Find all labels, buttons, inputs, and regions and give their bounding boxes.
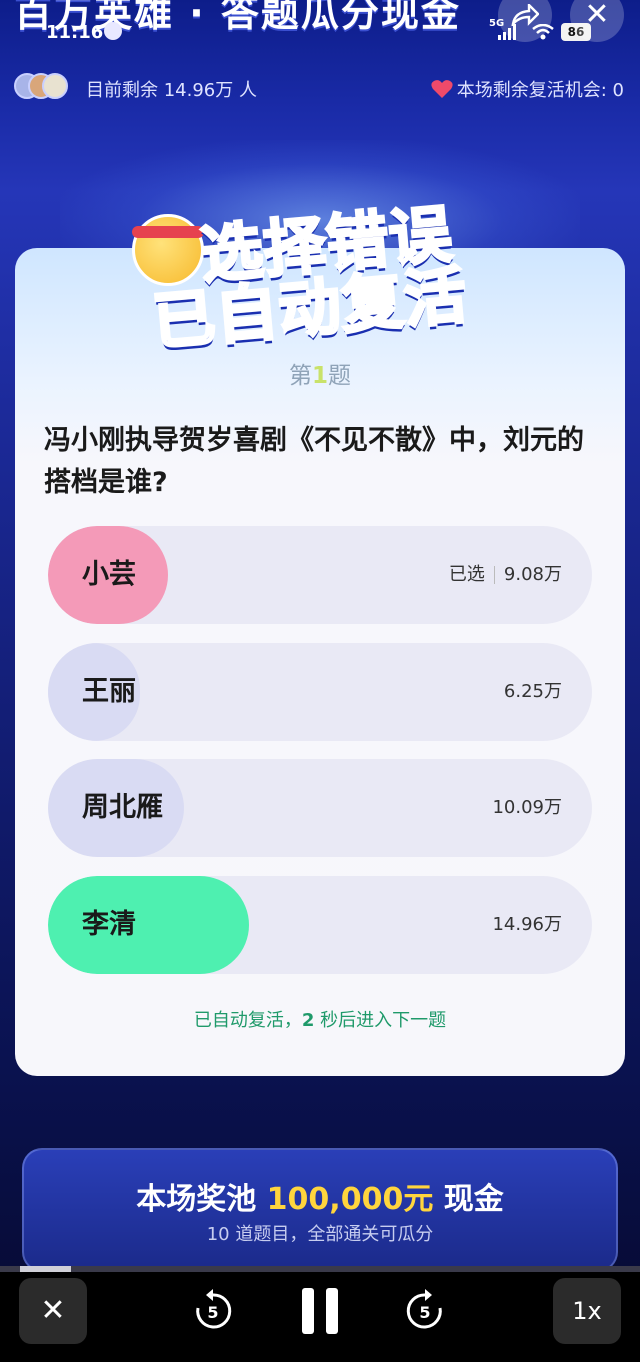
notification-icon — [104, 22, 122, 40]
forward-icon: 5 — [406, 1289, 442, 1329]
question-text: 冯小刚执导贺岁喜剧《不见不散》中，刘元的搭档是谁? — [44, 425, 584, 498]
rewind-5-button[interactable]: 5 — [190, 1288, 236, 1334]
auto-revive-message: 已自动复活，2 秒后进入下一题 — [193, 1010, 447, 1031]
divider — [493, 566, 495, 584]
close-player-button[interactable]: ✕ — [19, 1278, 87, 1344]
option-count: 9.08万 — [503, 564, 562, 585]
selected-tag: 已选 — [448, 564, 485, 585]
forward-5-button[interactable]: 5 — [402, 1288, 448, 1334]
option-count: 10.09万 — [492, 797, 562, 818]
option-stats: 14.96万 — [492, 876, 562, 974]
share-icon — [511, 4, 539, 26]
rewind-icon: 5 — [196, 1289, 232, 1329]
headband-decoration — [132, 226, 204, 238]
pause-bar — [326, 1288, 338, 1334]
option-2[interactable]: 王丽 6.25万 — [48, 643, 592, 741]
option-3[interactable]: 周北雁 10.09万 — [48, 759, 592, 857]
option-label: 李清 — [82, 909, 136, 940]
svg-text:5: 5 — [419, 1303, 430, 1322]
revive-text: 本场剩余复活机会: 0 — [456, 80, 624, 101]
option-label: 周北雁 — [82, 792, 163, 823]
pause-bar — [302, 1288, 314, 1334]
avatar — [42, 73, 68, 99]
option-stats: 6.25万 — [504, 643, 562, 741]
option-fill — [48, 876, 249, 974]
option-4[interactable]: 李清 14.96万 — [48, 876, 592, 974]
status-time: 11:16 — [46, 22, 104, 43]
svg-text:5: 5 — [207, 1303, 218, 1322]
revive-count: 本场剩余复活机会: 0 — [431, 76, 624, 102]
option-1[interactable]: 小芸 已选 9.08万 — [48, 526, 592, 624]
heart-icon — [431, 80, 453, 98]
option-stats: 10.09万 — [492, 759, 562, 857]
option-stats: 已选 9.08万 — [449, 526, 562, 624]
option-count: 14.96万 — [492, 914, 562, 935]
playback-speed-button[interactable]: 1x — [553, 1278, 621, 1344]
prize-pool-title: 本场奖池 100,000元 现金 — [136, 1182, 504, 1217]
option-label: 王丽 — [82, 676, 136, 707]
remaining-players: 目前剩余 14.96万 人 — [86, 80, 257, 101]
option-label: 小芸 — [82, 559, 136, 590]
pause-button[interactable] — [300, 1288, 340, 1334]
question-number: 第1题 — [288, 363, 351, 389]
prize-pool-subtitle: 10 道题目，全部通关可瓜分 — [206, 1224, 434, 1245]
player-avatars — [14, 73, 74, 101]
option-count: 6.25万 — [503, 681, 562, 702]
